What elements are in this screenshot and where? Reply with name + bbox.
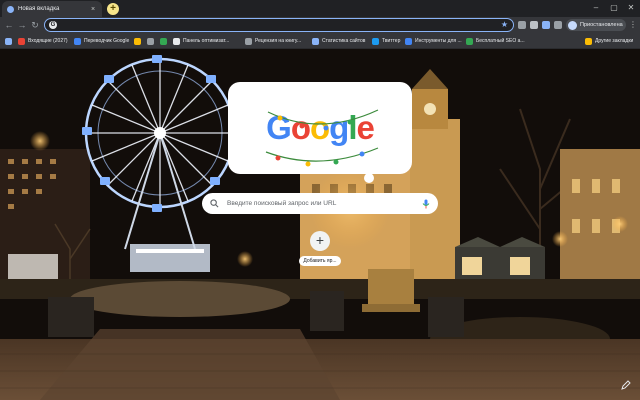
bookmark-item[interactable]: Входящие (2027) bbox=[18, 36, 68, 46]
bookmark-item[interactable]: Инструменты для ... bbox=[405, 36, 462, 46]
bookmarks-bar: Входящие (2027) Переводчик Google Панель… bbox=[0, 33, 640, 49]
tab-new-tab[interactable]: Новая вкладка × bbox=[2, 1, 102, 17]
extension-icon-1[interactable] bbox=[518, 21, 526, 29]
tab-title: Новая вкладка bbox=[18, 6, 60, 12]
bookmark-item[interactable] bbox=[147, 36, 157, 46]
bookmark-item[interactable]: Статистика сайтов bbox=[312, 36, 365, 46]
bookmark-other[interactable]: Другие закладки bbox=[585, 36, 633, 46]
bookmark-item[interactable] bbox=[160, 36, 170, 46]
shield-icon bbox=[160, 37, 167, 45]
extensions-puzzle-icon[interactable] bbox=[554, 21, 562, 29]
search-input[interactable] bbox=[225, 199, 422, 208]
add-shortcut-tile[interactable]: + Добавить яр... bbox=[296, 231, 344, 277]
address-bar[interactable]: G ★ bbox=[44, 18, 514, 32]
menu-kebab-icon[interactable]: ⋮ bbox=[629, 19, 637, 31]
profile-name: Приостановлена bbox=[580, 22, 623, 28]
bookmark-item[interactable]: Переводчик Google bbox=[74, 36, 129, 46]
reload-button[interactable]: ↻ bbox=[29, 19, 41, 31]
doodle-share-icon[interactable] bbox=[364, 173, 374, 183]
translate-icon bbox=[74, 37, 81, 45]
tools-icon bbox=[405, 37, 412, 45]
bookmark-item[interactable]: Бесплатный SEO а... bbox=[466, 36, 525, 46]
g-logo-icon bbox=[147, 37, 154, 45]
bookmark-star-icon[interactable]: ★ bbox=[501, 20, 508, 29]
book-icon bbox=[245, 37, 252, 45]
tab-close-icon[interactable]: × bbox=[89, 6, 97, 13]
forward-button[interactable]: → bbox=[16, 19, 28, 31]
page-icon bbox=[173, 37, 180, 45]
shortcut-label: Добавить яр... bbox=[299, 256, 341, 266]
back-button[interactable]: ← bbox=[3, 19, 15, 31]
twitter-icon bbox=[372, 37, 379, 45]
search-icon bbox=[210, 199, 219, 208]
bookmark-item[interactable]: Рецензия на книгу... bbox=[245, 36, 301, 46]
search-box[interactable] bbox=[202, 193, 438, 214]
avatar-icon bbox=[568, 20, 577, 30]
apps-grid-icon bbox=[5, 37, 12, 45]
folder-icon bbox=[585, 37, 592, 45]
stats-icon bbox=[312, 37, 319, 45]
customize-pencil-icon[interactable] bbox=[621, 380, 631, 390]
extension-icon-3[interactable] bbox=[542, 21, 550, 29]
close-window-button[interactable]: ✕ bbox=[623, 2, 639, 14]
add-shortcut-plus-icon: + bbox=[310, 231, 330, 251]
chrome-favicon-icon bbox=[7, 5, 14, 13]
bookmark-item[interactable]: Твиттер bbox=[372, 36, 400, 46]
maximize-button[interactable]: ▢ bbox=[606, 2, 622, 14]
google-search-icon: G bbox=[49, 21, 57, 29]
tab-strip: Новая вкладка × + – ▢ ✕ bbox=[0, 0, 640, 17]
google-doodle[interactable]: Google bbox=[228, 82, 412, 174]
smiley-icon bbox=[134, 37, 141, 45]
bookmark-apps[interactable] bbox=[5, 36, 15, 46]
bookmark-item[interactable] bbox=[134, 36, 144, 46]
profile-button[interactable]: Приостановлена bbox=[566, 19, 626, 31]
minimize-button[interactable]: – bbox=[588, 2, 604, 14]
bookmark-item[interactable]: Панель оптимизат... bbox=[173, 36, 229, 46]
microphone-icon[interactable] bbox=[422, 199, 430, 209]
gmail-icon bbox=[18, 37, 25, 45]
seo-icon bbox=[466, 37, 473, 45]
new-tab-button[interactable]: + bbox=[107, 3, 119, 15]
doodle-garland-lights bbox=[265, 109, 379, 167]
extension-icon-2[interactable] bbox=[530, 21, 538, 29]
browser-toolbar: ← → ↻ G ★ Приостановлена ⋮ bbox=[0, 17, 640, 33]
